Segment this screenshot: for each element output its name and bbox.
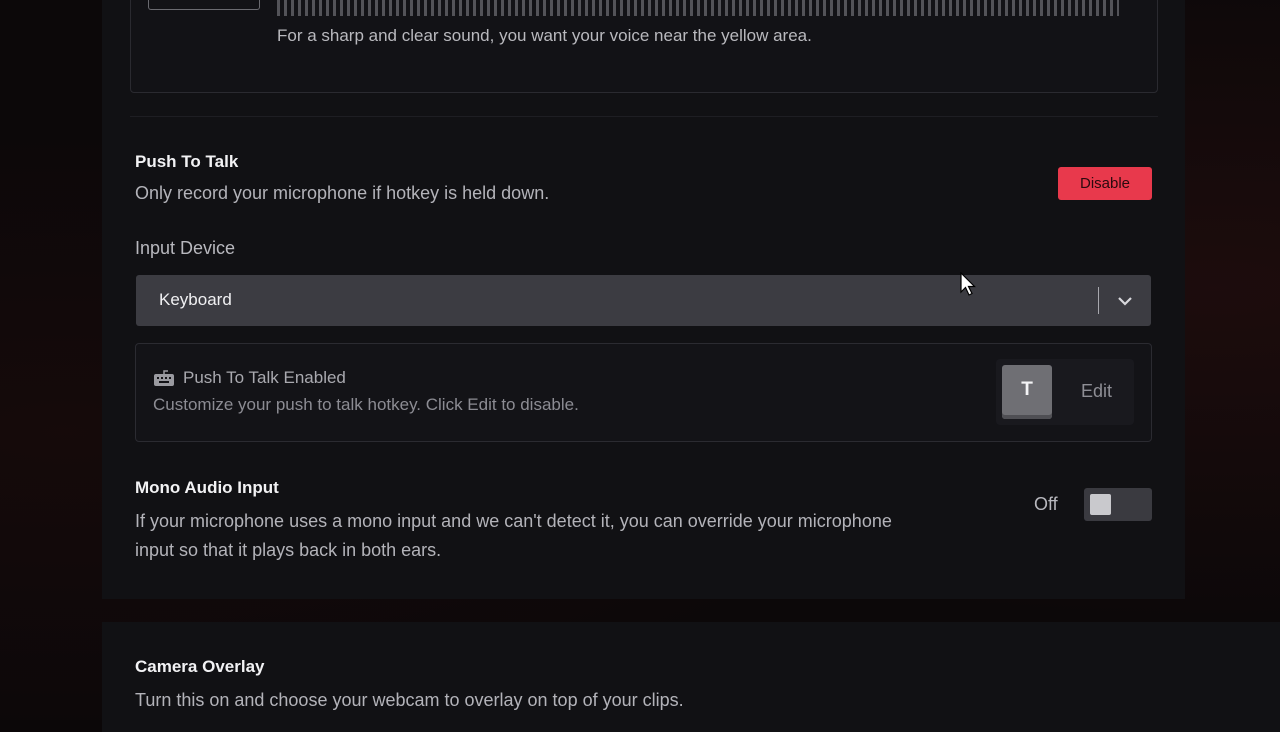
camera-overlay-panel xyxy=(102,622,1280,732)
disable-push-to-talk-button[interactable]: Disable xyxy=(1058,167,1152,200)
push-to-talk-status-card: Push To Talk Enabled Customize your push… xyxy=(135,343,1152,442)
select-separator xyxy=(1098,287,1099,314)
camera-overlay-title: Camera Overlay xyxy=(135,657,264,677)
input-device-select[interactable]: Keyboard xyxy=(136,275,1151,326)
toggle-knob xyxy=(1090,494,1111,515)
push-to-talk-description: Only record your microphone if hotkey is… xyxy=(135,179,549,208)
keyboard-icon xyxy=(153,369,175,387)
input-device-value: Keyboard xyxy=(159,290,232,310)
hotkey-control: T Edit xyxy=(996,359,1134,425)
mono-audio-toggle-state: Off xyxy=(1034,494,1058,515)
mono-audio-description-line2: input so that it plays back in both ears… xyxy=(135,536,441,565)
edit-hotkey-button[interactable]: Edit xyxy=(1081,381,1112,402)
hotkey-key[interactable]: T xyxy=(1002,365,1052,419)
section-divider xyxy=(130,116,1158,117)
mono-audio-toggle[interactable] xyxy=(1084,488,1152,521)
input-device-label: Input Device xyxy=(135,238,235,259)
push-to-talk-status-title: Push To Talk Enabled xyxy=(183,368,346,388)
mono-audio-title: Mono Audio Input xyxy=(135,478,279,498)
mic-level-meter xyxy=(277,0,1119,16)
mouse-cursor-icon xyxy=(960,272,976,298)
mic-level-hint: For a sharp and clear sound, you want yo… xyxy=(277,26,812,46)
chevron-down-icon[interactable] xyxy=(1116,292,1134,310)
camera-overlay-description: Turn this on and choose your webcam to o… xyxy=(135,686,684,715)
push-to-talk-status-description: Customize your push to talk hotkey. Clic… xyxy=(153,395,579,415)
push-to-talk-title: Push To Talk xyxy=(135,152,238,172)
mono-audio-description-line1: If your microphone uses a mono input and… xyxy=(135,507,892,536)
mic-test-button[interactable] xyxy=(148,0,260,10)
